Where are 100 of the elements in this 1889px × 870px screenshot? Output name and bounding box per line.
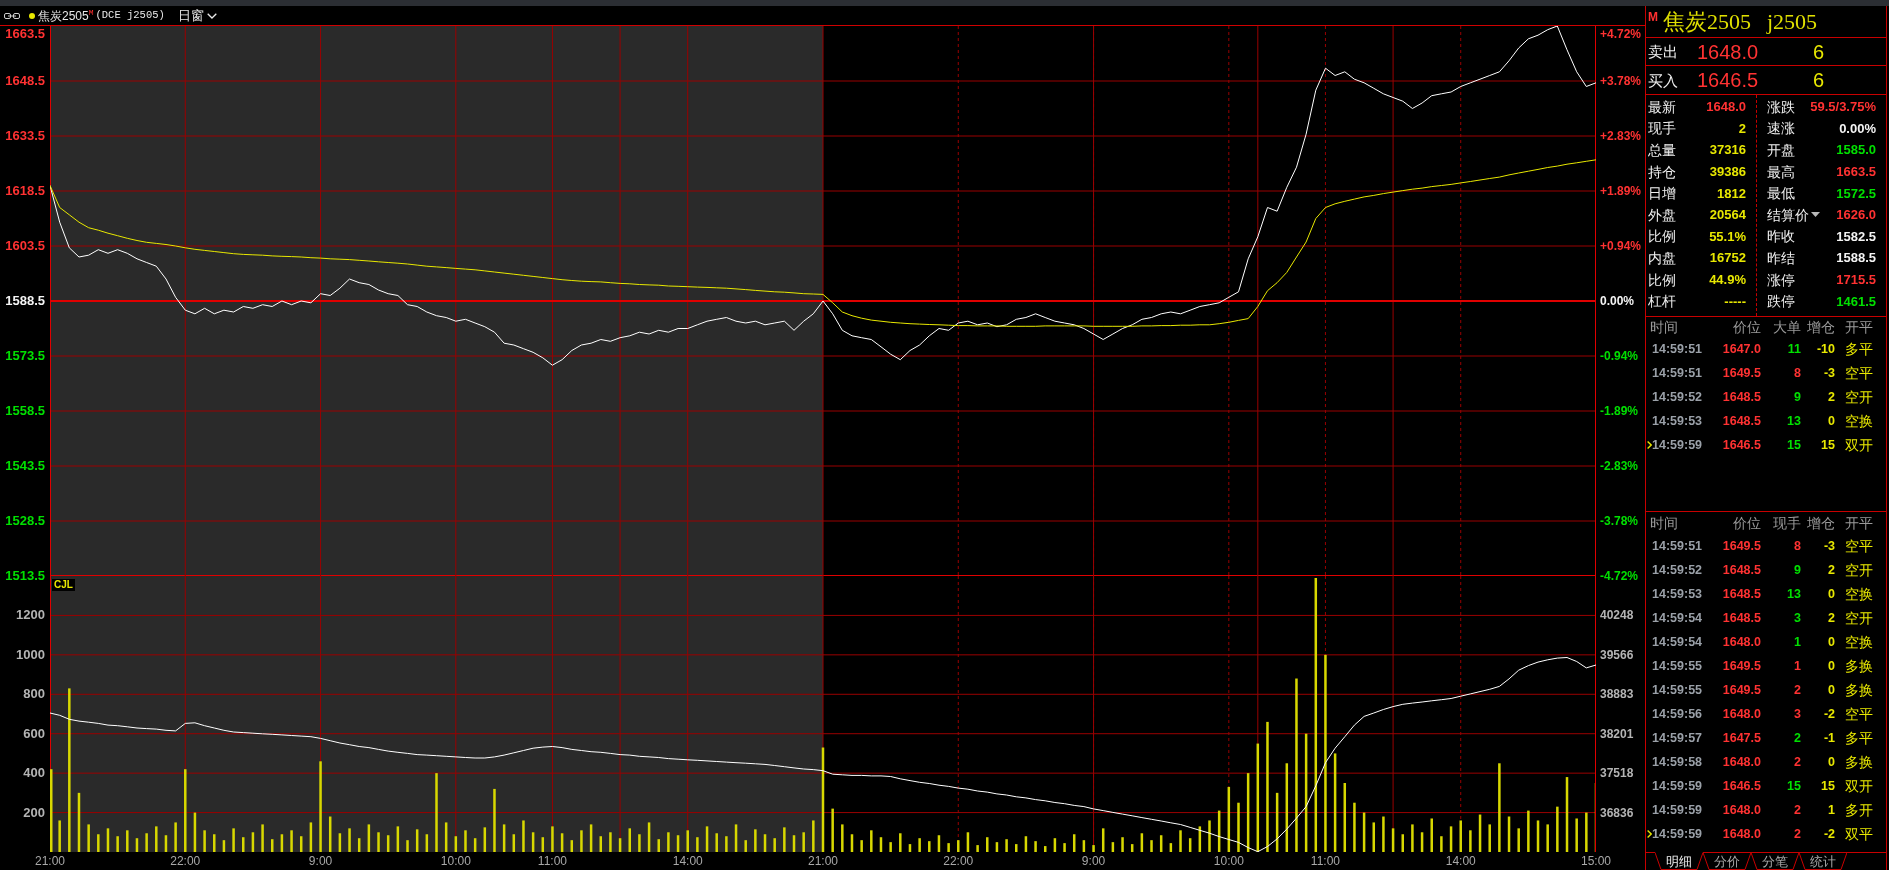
trade-time: 14:59:59 [1652, 827, 1703, 841]
trade-time: 14:59:59 [1652, 779, 1703, 793]
trade-size: 13 [1787, 587, 1801, 601]
stat-label: 最高 [1767, 164, 1795, 179]
stat-value: 1648.0 [1706, 100, 1746, 114]
trade-time: 14:59:52 [1652, 390, 1703, 404]
trade-time: 14:59:58 [1652, 755, 1703, 769]
stat-label: 现手 [1648, 121, 1676, 136]
open-interest-axis-label: 37518 [1600, 766, 1634, 781]
stat-value: 1461.5 [1836, 294, 1876, 308]
ask-volume: 6 [1813, 41, 1825, 62]
price-axis-label: 1618.5 [5, 184, 45, 198]
percent-axis-label: +0.94% [1600, 239, 1642, 253]
open-interest-change: -3 [1823, 366, 1835, 380]
open-interest-change: 0 [1828, 755, 1835, 769]
chart-title: CJL [52, 579, 75, 591]
open-interest-axis-label: 40248 [1600, 608, 1634, 623]
trade-size: 1 [1794, 635, 1801, 649]
trade-type: 空换 [1844, 414, 1874, 428]
open-interest-axis-label: 38883 [1600, 687, 1634, 702]
trade-price: 1648.5 [1722, 611, 1761, 625]
trade-time: 14:59:51 [1652, 539, 1703, 553]
contract-code: (DCE j2505) [95, 10, 165, 21]
stat-value: 1582.5 [1836, 229, 1876, 243]
percent-axis-label: -2.83% [1600, 459, 1639, 473]
trade-size: 2 [1794, 683, 1801, 697]
trade-size: 2 [1794, 803, 1801, 817]
trade-time: 14:59:55 [1652, 659, 1703, 673]
stat-label: 日增 [1648, 186, 1676, 201]
trade-size: 2 [1794, 827, 1801, 841]
trade-type: 双开 [1844, 438, 1874, 452]
volume-axis-label: 400 [23, 766, 45, 781]
stat-value: ----- [1724, 294, 1746, 308]
time-axis-label: 11:00 [537, 855, 567, 868]
trade-price: 1649.5 [1722, 683, 1761, 697]
trade-price: 1648.0 [1722, 755, 1761, 769]
stat-label: 昨结 [1767, 250, 1795, 265]
contract-code: j2505 [1767, 10, 1818, 33]
price-axis-label: 1648.5 [5, 74, 45, 88]
trade-type: 空平 [1844, 707, 1874, 721]
time-axis-label: 15:00 [1581, 855, 1611, 868]
open-interest-change: 1 [1828, 803, 1835, 817]
open-interest-change: 0 [1828, 659, 1835, 673]
trade-size: 1 [1794, 659, 1801, 673]
trade-time: 14:59:53 [1652, 587, 1703, 601]
stat-value: 44.9% [1709, 273, 1746, 287]
time-axis-label: 22:00 [170, 855, 201, 868]
trade-size: 2 [1794, 755, 1801, 769]
percent-axis-label: +3.78% [1600, 74, 1642, 88]
stat-value: 37316 [1709, 143, 1746, 157]
trade-size: 15 [1787, 779, 1801, 793]
stat-value: 1715.5 [1836, 273, 1876, 287]
stat-value: 16752 [1709, 251, 1746, 265]
stat-label: 开盘 [1767, 143, 1795, 157]
open-interest-change: -2 [1823, 707, 1835, 721]
trade-price: 1646.5 [1722, 779, 1761, 793]
trade-type: 空换 [1844, 635, 1874, 649]
column-header: 大单 [1773, 320, 1801, 334]
trade-time: 14:59:56 [1652, 707, 1703, 721]
trade-size: 9 [1794, 563, 1801, 577]
price-axis-label: 1573.5 [5, 349, 45, 363]
ask-label: 卖出 [1647, 44, 1679, 59]
time-axis-label: 21:00 [808, 855, 838, 868]
trade-time: 14:59:52 [1652, 563, 1703, 577]
trade-price: 1648.5 [1722, 587, 1761, 601]
volume-axis-label: 600 [23, 726, 45, 741]
open-interest-change: 0 [1828, 635, 1835, 649]
stat-label: 最新 [1648, 99, 1676, 114]
time-axis-label: 9:00 [1081, 855, 1106, 868]
price-axis-label: 1543.5 [5, 459, 45, 473]
trade-price: 1647.5 [1722, 731, 1761, 745]
column-header: 增仓 [1807, 516, 1835, 530]
trade-size: 13 [1787, 414, 1801, 428]
price-axis-label: 1663.5 [5, 27, 45, 41]
open-interest-axis-label: 36836 [1600, 805, 1634, 820]
stat-label: 比例 [1648, 272, 1676, 287]
volume-axis-label: 1000 [16, 647, 45, 662]
open-interest-change: 15 [1821, 779, 1835, 793]
open-interest-change: 15 [1821, 438, 1835, 452]
trade-type: 多平 [1844, 731, 1874, 745]
trade-price: 1649.5 [1722, 539, 1761, 553]
volume-axis-label: 1200 [16, 608, 45, 623]
stat-value: 1572.5 [1836, 186, 1876, 200]
time-axis-label: 11:00 [1310, 855, 1340, 868]
time-axis-label: 22:00 [943, 855, 974, 868]
percent-axis-label: +4.72% [1600, 27, 1642, 41]
open-interest-change: 0 [1828, 587, 1835, 601]
price-axis-label: 1633.5 [5, 129, 45, 143]
time-axis-label: 10:00 [440, 855, 471, 868]
trade-type: 空平 [1844, 366, 1874, 380]
trade-size: 11 [1787, 342, 1801, 356]
open-interest-change: -2 [1823, 827, 1835, 841]
price-axis-label: 1588.5 [5, 294, 45, 308]
stat-value: 20564 [1709, 208, 1746, 222]
trade-price: 1648.0 [1722, 827, 1761, 841]
column-header: 价位 [1733, 516, 1761, 530]
percent-axis-label: -3.78% [1600, 514, 1639, 528]
stat-label: 外盘 [1648, 207, 1676, 222]
trade-type: 多平 [1844, 342, 1874, 356]
trade-type: 多换 [1844, 683, 1874, 697]
